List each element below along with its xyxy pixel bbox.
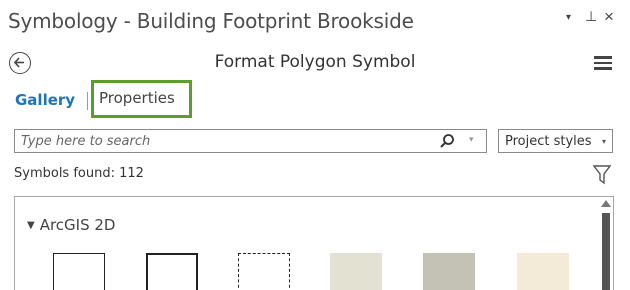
navigation-row: Format Polygon Symbol — [0, 44, 630, 80]
search-icon[interactable] — [439, 133, 455, 149]
title-bar: Symbology - Building Footprint Brookside… — [0, 0, 630, 44]
group-label: ArcGIS 2D — [39, 216, 116, 234]
scrollbar[interactable] — [600, 197, 613, 290]
pin-icon[interactable]: ⊥ — [585, 8, 597, 25]
hamburger-menu-icon[interactable] — [594, 56, 612, 70]
symbol-swatch[interactable] — [423, 253, 475, 290]
window-title: Symbology - Building Footprint Brookside — [8, 9, 414, 33]
search-options-dropdown-icon[interactable]: ▾ — [469, 134, 474, 145]
symbols-found-count: Symbols found: 112 — [14, 166, 144, 181]
filter-icon[interactable] — [592, 165, 612, 185]
styles-select[interactable]: Project styles ▾ — [498, 129, 613, 153]
styles-select-value: Project styles — [505, 134, 592, 149]
group-header-arcgis-2d[interactable]: ▼ ArcGIS 2D — [27, 216, 115, 234]
scroll-thumb[interactable] — [602, 213, 610, 290]
chevron-down-icon: ▾ — [601, 137, 606, 146]
symbol-swatch[interactable] — [517, 253, 569, 290]
symbol-swatch[interactable] — [53, 253, 105, 290]
search-box: ▾ — [14, 129, 487, 153]
close-icon[interactable]: × — [604, 7, 614, 27]
scroll-up-arrow-icon[interactable] — [601, 200, 611, 207]
search-input[interactable] — [15, 130, 430, 152]
symbol-swatch[interactable] — [146, 253, 198, 290]
pane-options-dropdown-icon[interactable]: ▾ — [566, 12, 571, 23]
symbol-swatch[interactable] — [330, 253, 382, 290]
tab-divider — [87, 92, 88, 110]
symbol-swatch[interactable] — [238, 253, 290, 290]
tab-properties[interactable]: Properties — [91, 80, 192, 118]
symbol-gallery: ▼ ArcGIS 2D — [14, 196, 614, 290]
pane-title: Format Polygon Symbol — [214, 52, 416, 72]
tab-gallery[interactable]: Gallery — [15, 91, 75, 109]
chevron-down-icon: ▼ — [27, 220, 35, 231]
